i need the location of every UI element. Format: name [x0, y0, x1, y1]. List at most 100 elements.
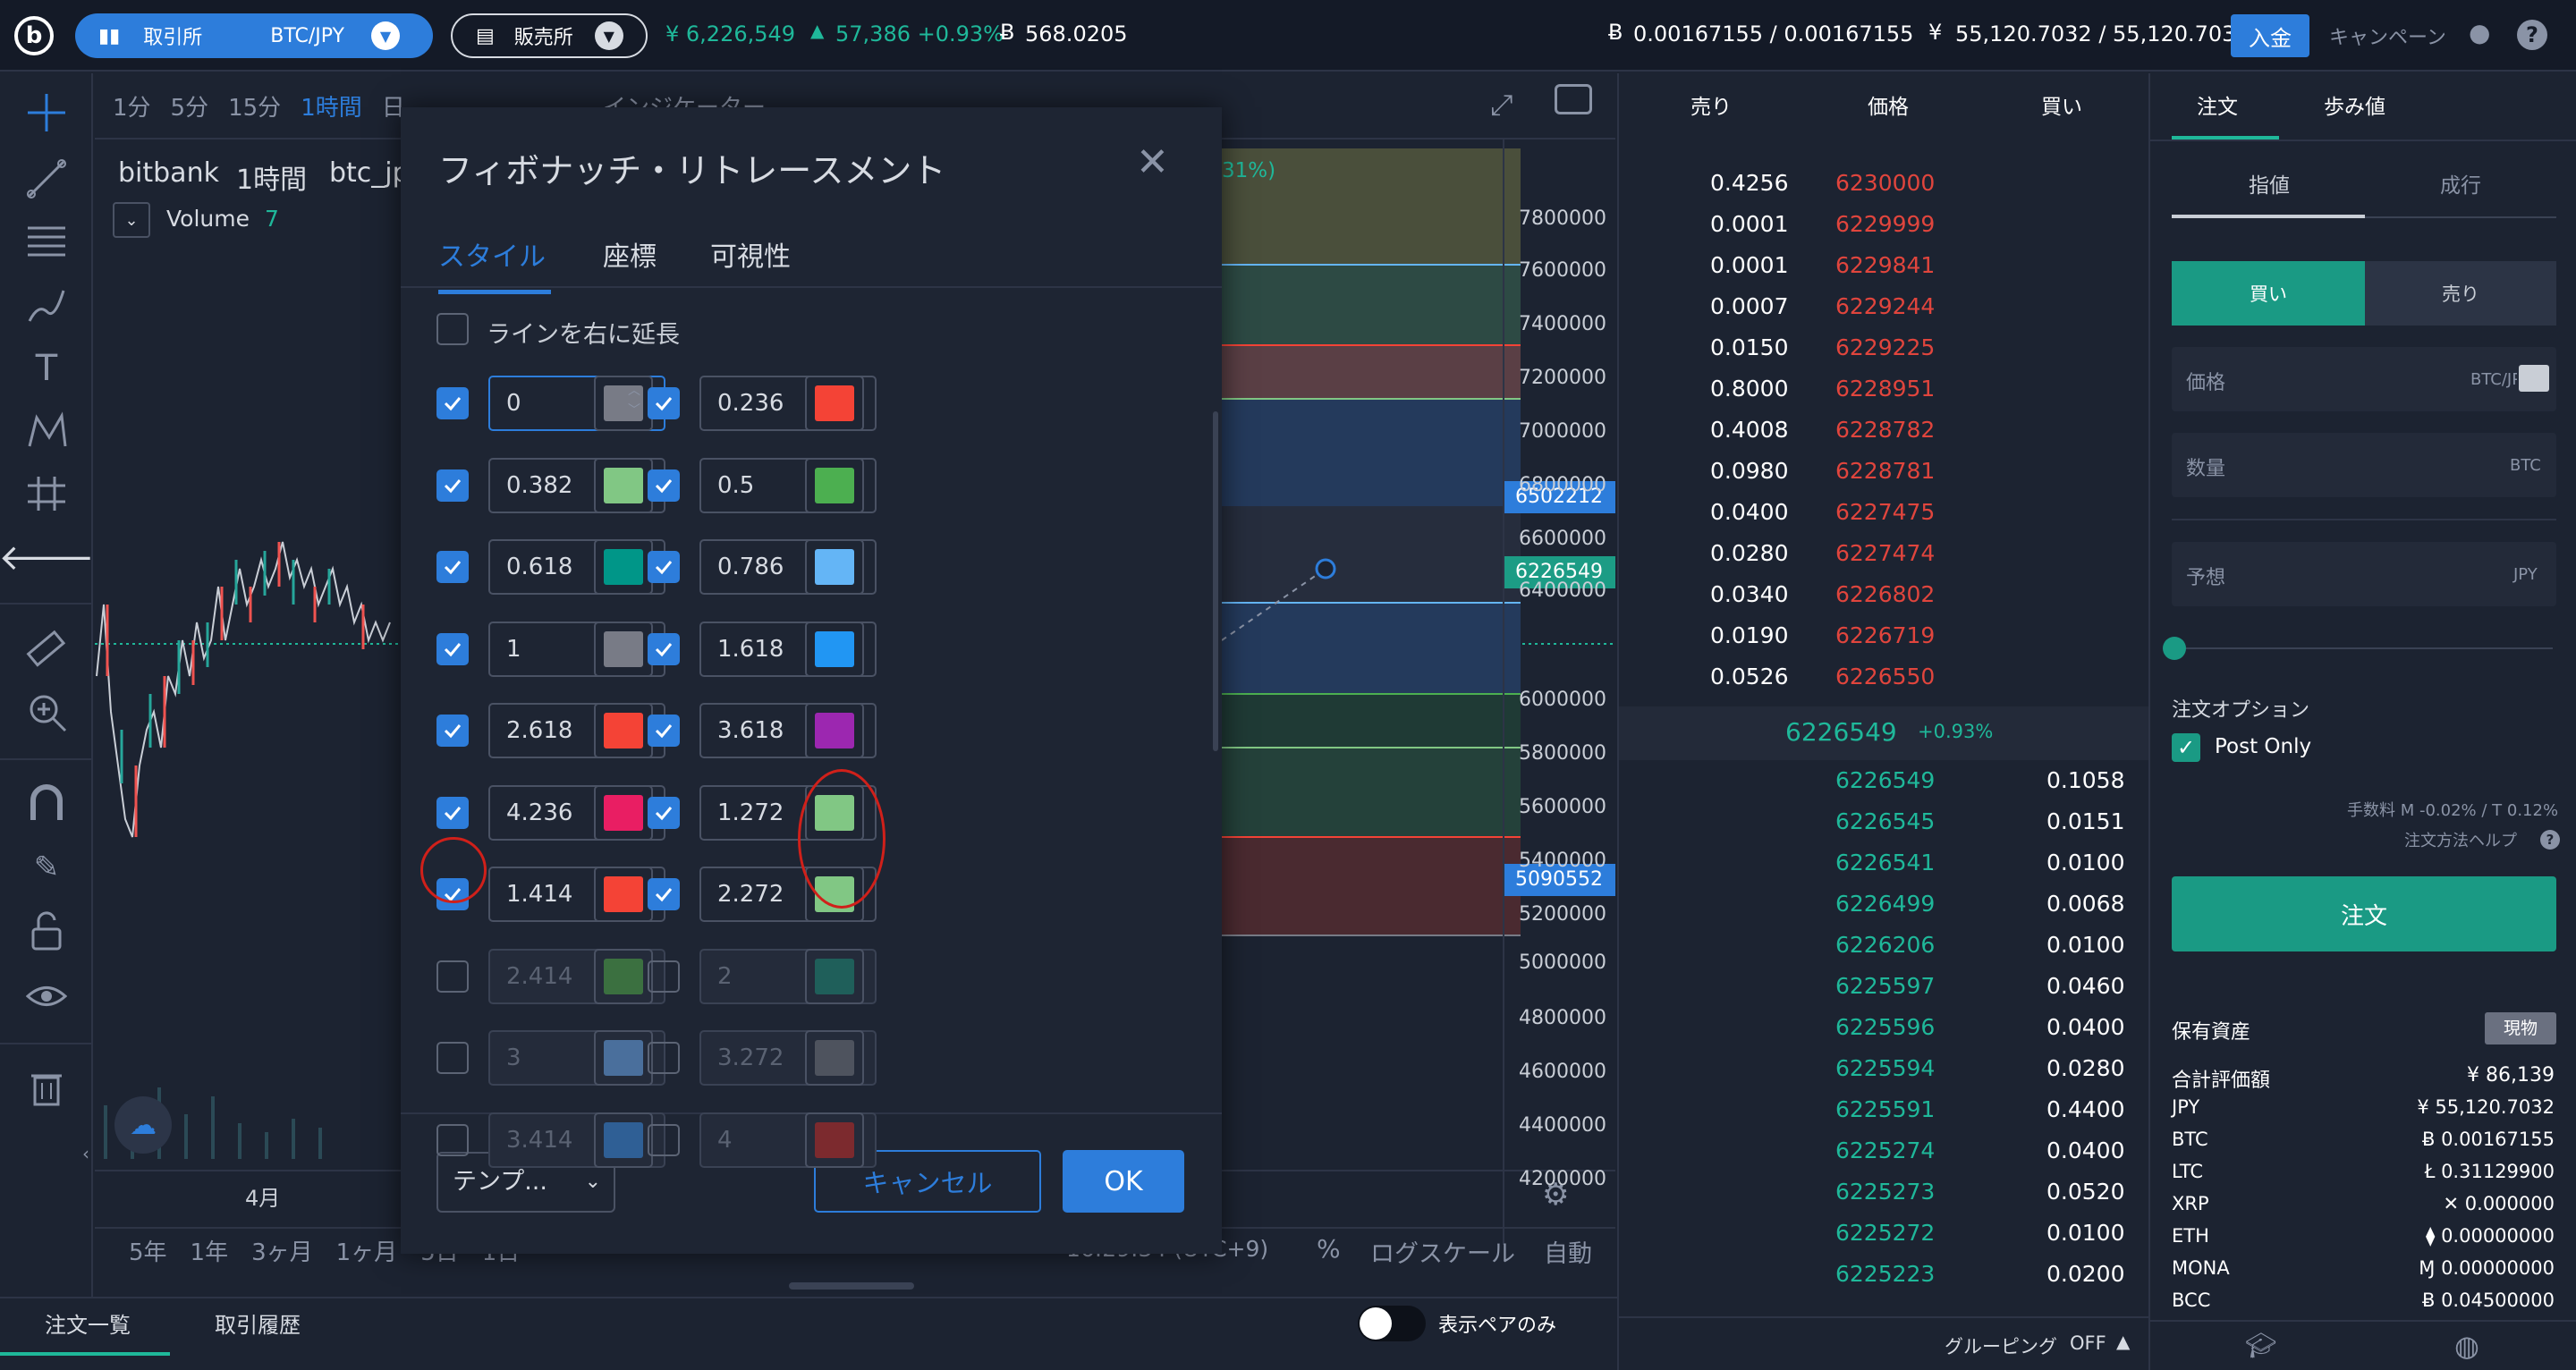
bid-price[interactable]: 6225272: [1835, 1220, 1935, 1246]
ok-button[interactable]: OK: [1063, 1150, 1184, 1213]
order-type-market[interactable]: 成行: [2440, 168, 2481, 199]
tab-trade-history[interactable]: 取引履歴: [215, 1307, 301, 1339]
dialog-scrollbar[interactable]: [1213, 411, 1218, 751]
level-checkbox[interactable]: [436, 796, 469, 829]
level-checkbox[interactable]: [436, 551, 469, 583]
brush-icon[interactable]: [25, 284, 68, 327]
bid-price[interactable]: 6225591: [1835, 1096, 1935, 1122]
bid-price[interactable]: 6226206: [1835, 932, 1935, 958]
level-color-swatch[interactable]: [805, 621, 864, 677]
post-only-checkbox[interactable]: ✓: [2172, 733, 2200, 762]
tradingview-logo[interactable]: ☁: [114, 1096, 172, 1154]
level-checkbox[interactable]: [648, 878, 680, 910]
level-color-swatch[interactable]: [805, 539, 864, 595]
scroll-left-icon[interactable]: ‹: [82, 1143, 89, 1164]
price-input[interactable]: 価格 BTC/JPY: [2172, 347, 2556, 411]
bid-price[interactable]: 6226499: [1835, 891, 1935, 917]
bitbank-logo[interactable]: b: [14, 16, 54, 55]
amount-slider-track[interactable]: [2177, 647, 2553, 649]
ruler-icon[interactable]: [25, 628, 68, 671]
order-submit-button[interactable]: 注文: [2172, 876, 2556, 951]
bid-price[interactable]: 6225273: [1835, 1179, 1935, 1205]
campaign-link[interactable]: キャンペーン: [2329, 21, 2446, 50]
close-icon[interactable]: ✕: [1136, 143, 1169, 182]
help-icon[interactable]: ?: [2517, 20, 2547, 50]
order-type-limit[interactable]: 指値: [2249, 168, 2290, 199]
tab-coordinates[interactable]: 座標: [603, 234, 657, 274]
level-color-swatch[interactable]: [805, 948, 864, 1004]
level-checkbox[interactable]: [436, 1042, 469, 1074]
ask-price[interactable]: 6229225: [1835, 334, 1935, 360]
tab-style[interactable]: スタイル: [438, 234, 546, 274]
level-color-swatch[interactable]: [594, 621, 653, 677]
magnet-icon[interactable]: [25, 782, 68, 825]
ask-price[interactable]: 6227474: [1835, 540, 1935, 566]
timeframe-1m[interactable]: 1分: [113, 89, 151, 123]
log-scale-toggle[interactable]: ログスケール: [1370, 1234, 1515, 1269]
caret-up-icon[interactable]: ▲: [2116, 1331, 2130, 1352]
level-checkbox[interactable]: [648, 632, 680, 665]
ask-price[interactable]: 6227475: [1835, 499, 1935, 525]
globe-icon[interactable]: ◍: [2454, 1329, 2479, 1363]
collapse-legend-button[interactable]: ⌄: [113, 202, 150, 238]
bid-price[interactable]: 6226549: [1835, 767, 1935, 793]
level-color-swatch[interactable]: [594, 539, 653, 595]
fullscreen-icon[interactable]: ⤢: [1490, 88, 1513, 123]
camera-icon[interactable]: [1555, 84, 1592, 114]
buy-toggle[interactable]: 買い: [2172, 261, 2365, 326]
bid-price[interactable]: 6226541: [1835, 850, 1935, 875]
level-checkbox[interactable]: [436, 715, 469, 747]
spot-badge[interactable]: 現物: [2485, 1012, 2556, 1044]
pattern-icon[interactable]: [25, 410, 68, 452]
ask-price[interactable]: 6228782: [1835, 417, 1935, 443]
bid-price[interactable]: 6225594: [1835, 1055, 1935, 1081]
panel-resize-handle[interactable]: [789, 1282, 914, 1290]
grouping-value[interactable]: OFF: [2070, 1332, 2106, 1354]
tab-order[interactable]: 注文: [2197, 89, 2238, 120]
deposit-button[interactable]: 入金: [2231, 14, 2309, 57]
auto-scale-toggle[interactable]: 自動: [1544, 1234, 1592, 1269]
level-color-swatch[interactable]: [594, 1030, 653, 1086]
level-checkbox[interactable]: [648, 1123, 680, 1156]
tab-trades[interactable]: 歩み値: [2324, 89, 2385, 120]
level-color-swatch[interactable]: [805, 1030, 864, 1086]
lock-drawing-icon[interactable]: ✎: [25, 846, 68, 889]
level-color-swatch[interactable]: [594, 376, 653, 431]
shop-selector[interactable]: ▤ 販売所 ▼: [451, 13, 648, 58]
level-color-swatch[interactable]: [594, 867, 653, 922]
tab-order-list[interactable]: 注文一覧: [45, 1307, 131, 1339]
extend-right-checkbox[interactable]: [436, 313, 469, 345]
pair-only-toggle[interactable]: [1358, 1306, 1426, 1341]
level-color-swatch[interactable]: [805, 457, 864, 513]
level-checkbox[interactable]: [648, 796, 680, 829]
level-checkbox[interactable]: [648, 551, 680, 583]
bid-price[interactable]: 6225223: [1835, 1261, 1935, 1287]
bid-price[interactable]: 6225274: [1835, 1137, 1935, 1163]
level-checkbox[interactable]: [436, 1123, 469, 1156]
bid-price[interactable]: 6226545: [1835, 808, 1935, 834]
text-tool-icon[interactable]: T: [25, 347, 68, 390]
timeframe-15m[interactable]: 15分: [228, 89, 281, 123]
level-checkbox[interactable]: [648, 387, 680, 419]
ask-price[interactable]: 6229244: [1835, 293, 1935, 319]
level-checkbox[interactable]: [648, 960, 680, 993]
level-color-swatch[interactable]: [805, 703, 864, 758]
level-checkbox[interactable]: [436, 632, 469, 665]
bid-price[interactable]: 6225596: [1835, 1014, 1935, 1040]
range-1m[interactable]: 1ヶ月: [336, 1234, 398, 1267]
percent-toggle[interactable]: %: [1317, 1234, 1341, 1264]
level-checkbox[interactable]: [436, 387, 469, 419]
measure-icon[interactable]: [25, 472, 68, 515]
trash-icon[interactable]: [25, 1066, 68, 1109]
level-color-swatch[interactable]: [805, 1112, 864, 1168]
level-checkbox[interactable]: [436, 960, 469, 993]
level-color-swatch[interactable]: [594, 703, 653, 758]
level-checkbox[interactable]: [436, 469, 469, 502]
ask-price[interactable]: 6229999: [1835, 211, 1935, 237]
graduation-cap-icon[interactable]: 🎓︎: [2245, 1331, 2277, 1360]
range-3m[interactable]: 3ヶ月: [251, 1234, 313, 1267]
back-arrow-icon[interactable]: 🡐: [0, 535, 95, 579]
eye-icon[interactable]: [25, 975, 68, 1018]
timeframe-1h[interactable]: 1時間: [301, 89, 362, 123]
zoom-in-icon[interactable]: [25, 690, 68, 733]
